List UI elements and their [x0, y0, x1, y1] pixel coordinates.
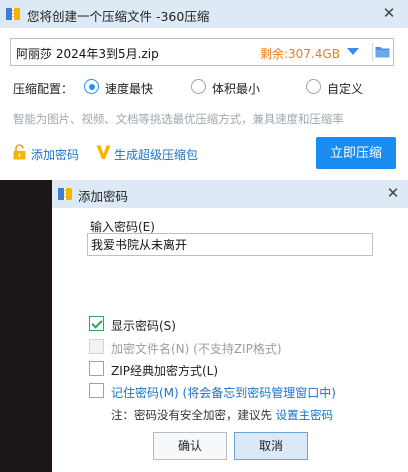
- file-name-text[interactable]: 阿丽莎 2024年3到5月.zip: [16, 45, 159, 62]
- dialog-title: 添加密码: [78, 189, 129, 204]
- vip-v-icon[interactable]: [96, 144, 111, 160]
- security-note-text: 注：密码没有安全加密，建议先: [111, 408, 276, 422]
- triangle-down-icon[interactable]: [346, 47, 360, 57]
- security-note: 注：密码没有安全加密，建议先 设置主密码: [111, 407, 333, 423]
- super-package-label[interactable]: 生成超级压缩包: [114, 146, 198, 163]
- main-window-title: 您将创建一个压缩文件 -360压缩: [27, 9, 210, 24]
- radio-circle[interactable]: [191, 79, 206, 94]
- dialog-titlebar: 添加密码 ✕: [52, 180, 408, 208]
- show-password-label[interactable]: 显示密码(S): [111, 317, 176, 334]
- cancel-button[interactable]: 取消: [234, 432, 308, 460]
- checkbox-box[interactable]: [89, 361, 104, 376]
- set-master-password-link[interactable]: 设置主密码: [276, 408, 334, 422]
- confirm-button[interactable]: 确认: [153, 432, 227, 460]
- main-close-button[interactable]: ✕: [380, 4, 398, 22]
- folder-icon[interactable]: [375, 45, 390, 59]
- checkbox-box[interactable]: [89, 316, 104, 331]
- radio-circle[interactable]: [84, 79, 99, 94]
- add-password-label[interactable]: 添加密码: [31, 146, 79, 163]
- radio-circle[interactable]: [306, 79, 321, 94]
- encrypt-filename-label: 加密文件名(N) (不支持ZIP格式): [111, 342, 282, 356]
- field-divider: [372, 43, 373, 61]
- remember-password-label[interactable]: 记住密码(M) (将会备忘到密码管理窗口中): [111, 384, 336, 401]
- add-password-dialog: 添加密码 ✕ 输入密码(E) 显示密码(S) 加密文件名(N) (不支持ZIP格…: [52, 180, 408, 472]
- main-titlebar: 您将创建一个压缩文件 -360压缩 ✕: [0, 0, 408, 28]
- compress-config-label: 压缩配置：: [13, 82, 74, 96]
- checkbox-box: [89, 339, 104, 354]
- lock-icon[interactable]: [13, 144, 26, 160]
- dialog-close-button[interactable]: ✕: [384, 184, 402, 202]
- 360-zip-icon: [6, 8, 20, 20]
- background-window: [0, 180, 52, 472]
- radio-smallest-label[interactable]: 体积最小: [212, 80, 260, 97]
- file-name-field[interactable]: 阿丽莎 2024年3到5月.zip 剩余:307.4GB: [10, 38, 394, 66]
- radio-custom-label[interactable]: 自定义: [327, 80, 363, 97]
- password-input[interactable]: [87, 233, 373, 256]
- 360-zip-icon: [58, 188, 72, 200]
- compress-now-button[interactable]: 立即压缩: [316, 137, 396, 169]
- compress-window: 您将创建一个压缩文件 -360压缩 ✕ 阿丽莎 2024年3到5月.zip 剩余…: [0, 0, 408, 180]
- free-space-label: 剩余:307.4GB: [260, 47, 340, 61]
- zip-classic-encryption-label[interactable]: ZIP经典加密方式(L): [111, 362, 218, 379]
- checkbox-box[interactable]: [89, 383, 104, 398]
- compress-hint-text: 智能为图片、视频、文档等挑选最优压缩方式，兼具速度和压缩率: [13, 112, 344, 126]
- radio-fastest-label[interactable]: 速度最快: [105, 80, 153, 97]
